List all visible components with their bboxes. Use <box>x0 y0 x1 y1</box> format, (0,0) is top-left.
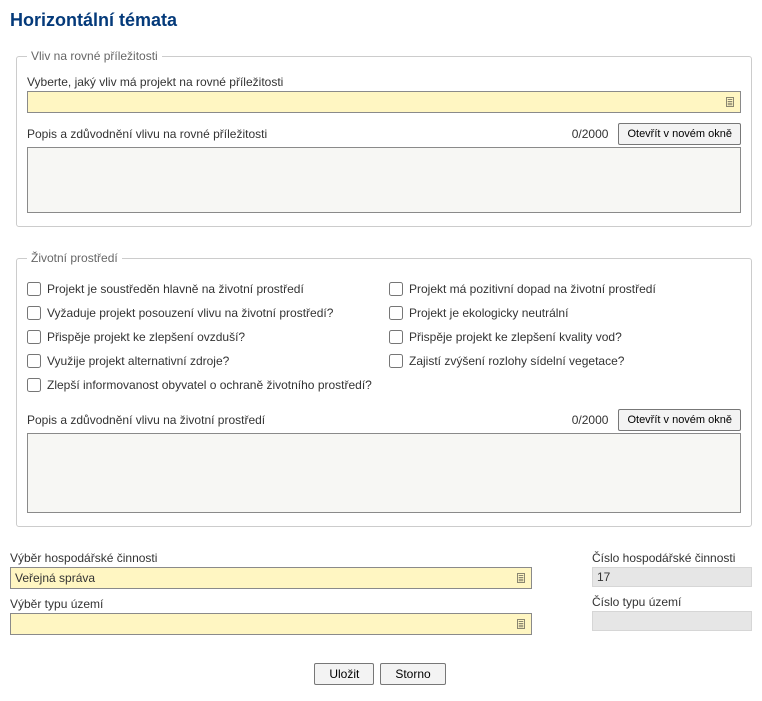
list-icon <box>726 94 734 110</box>
page-title: Horizontální témata <box>10 10 752 31</box>
env-check-row: Zlepší informovanost obyvatel o ochraně … <box>27 373 379 397</box>
equal-select-lookup-button[interactable] <box>720 92 740 112</box>
equal-select-input[interactable] <box>27 91 741 113</box>
env-check-row: Využije projekt alternativní zdroje? <box>27 349 379 373</box>
list-icon <box>517 616 525 632</box>
env-check-label: Projekt je ekologicky neutrální <box>409 306 568 320</box>
activity-number-value: 17 <box>592 567 752 587</box>
env-check-row: Projekt je ekologicky neutrální <box>389 301 741 325</box>
env-check-row: Vyžaduje projekt posouzení vlivu na živo… <box>27 301 379 325</box>
env-check-public-awareness[interactable] <box>27 378 41 392</box>
env-check-requires-assessment[interactable] <box>27 306 41 320</box>
save-button[interactable]: Uložit <box>314 663 374 685</box>
env-check-positive-impact[interactable] <box>389 282 403 296</box>
env-check-row: Přispěje projekt ke zlepšení ovzduší? <box>27 325 379 349</box>
env-open-new-window-button[interactable]: Otevřít v novém okně <box>618 409 741 431</box>
env-check-focus-env[interactable] <box>27 282 41 296</box>
env-check-row: Projekt má pozitivní dopad na životní pr… <box>389 277 741 301</box>
equal-desc-textarea[interactable] <box>27 147 741 213</box>
legend-env: Životní prostředí <box>27 251 122 265</box>
territory-number-value <box>592 611 752 631</box>
fieldset-equal-opportunities: Vliv na rovné příležitosti Vyberte, jaký… <box>16 49 752 227</box>
env-check-air-quality[interactable] <box>27 330 41 344</box>
env-check-label: Vyžaduje projekt posouzení vlivu na živo… <box>47 306 333 320</box>
territory-lookup-button[interactable] <box>511 614 531 634</box>
env-check-water-quality[interactable] <box>389 330 403 344</box>
env-check-row: Přispěje projekt ke zlepšení kvality vod… <box>389 325 741 349</box>
equal-desc-label: Popis a zdůvodnění vlivu na rovné přílež… <box>27 127 564 141</box>
env-desc-textarea[interactable] <box>27 433 741 513</box>
territory-input[interactable] <box>10 613 532 635</box>
equal-counter: 0/2000 <box>572 127 609 141</box>
activity-lookup-button[interactable] <box>511 568 531 588</box>
env-check-row: Zajistí zvýšení rozlohy sídelní vegetace… <box>389 349 741 373</box>
env-check-neutral[interactable] <box>389 306 403 320</box>
env-counter: 0/2000 <box>572 413 609 427</box>
territory-label: Výběr typu území <box>10 597 532 611</box>
activity-label: Výběr hospodářské činnosti <box>10 551 532 565</box>
env-desc-label: Popis a zdůvodnění vlivu na životní pros… <box>27 413 564 427</box>
equal-open-new-window-button[interactable]: Otevřít v novém okně <box>618 123 741 145</box>
territory-number-label: Číslo typu území <box>592 595 752 609</box>
env-check-alt-sources[interactable] <box>27 354 41 368</box>
fieldset-environment: Životní prostředí Projekt je soustředěn … <box>16 251 752 527</box>
env-check-label: Zlepší informovanost obyvatel o ochraně … <box>47 378 372 392</box>
env-check-label: Projekt má pozitivní dopad na životní pr… <box>409 282 656 296</box>
cancel-button[interactable]: Storno <box>380 663 445 685</box>
env-check-vegetation[interactable] <box>389 354 403 368</box>
env-check-label: Zajistí zvýšení rozlohy sídelní vegetace… <box>409 354 624 368</box>
env-check-label: Projekt je soustředěn hlavně na životní … <box>47 282 304 296</box>
equal-select-label: Vyberte, jaký vliv má projekt na rovné p… <box>27 75 741 89</box>
activity-number-label: Číslo hospodářské činnosti <box>592 551 752 565</box>
activity-input[interactable] <box>10 567 532 589</box>
legend-equal: Vliv na rovné příležitosti <box>27 49 162 63</box>
env-check-label: Přispěje projekt ke zlepšení ovzduší? <box>47 330 245 344</box>
env-check-label: Využije projekt alternativní zdroje? <box>47 354 229 368</box>
list-icon <box>517 570 525 586</box>
env-check-label: Přispěje projekt ke zlepšení kvality vod… <box>409 330 622 344</box>
env-check-row: Projekt je soustředěn hlavně na životní … <box>27 277 379 301</box>
